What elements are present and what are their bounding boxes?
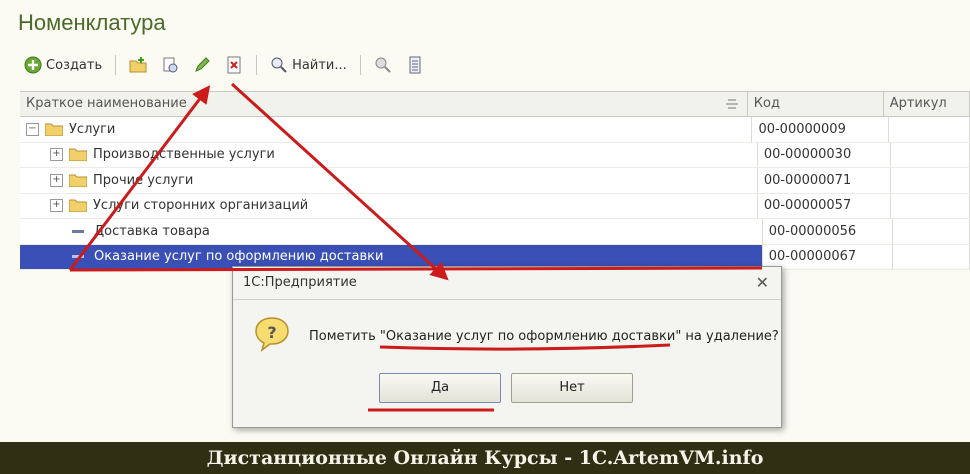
pencil-icon bbox=[195, 57, 210, 72]
column-header-name[interactable]: Краткое наименование bbox=[20, 92, 748, 116]
folder-icon bbox=[45, 123, 63, 136]
add-group-button[interactable] bbox=[125, 52, 151, 78]
toolbar-separator bbox=[115, 55, 117, 75]
delete-mark-icon bbox=[227, 56, 241, 74]
row-article bbox=[893, 244, 970, 269]
magnifier-icon bbox=[271, 57, 287, 73]
yes-button[interactable]: Да bbox=[379, 373, 501, 403]
question-icon: ? bbox=[255, 317, 289, 352]
mark-delete-button[interactable] bbox=[221, 52, 247, 78]
footer-banner: Дистанционные Онлайн Курсы - 1C.ArtemVM.… bbox=[0, 442, 970, 474]
folder-icon bbox=[69, 148, 87, 162]
row-name: Оказание услуг по оформлению доставки bbox=[94, 249, 384, 265]
row-article bbox=[891, 142, 970, 167]
cancel-search-button[interactable] bbox=[370, 52, 396, 78]
plus-circle-icon bbox=[24, 56, 42, 74]
table-row[interactable]: + Прочие услуги 00-00000071 bbox=[20, 168, 970, 194]
search-cancel-icon bbox=[375, 57, 391, 73]
copy-button[interactable] bbox=[157, 52, 183, 78]
no-button[interactable]: Нет bbox=[511, 373, 633, 403]
row-name: Доставка товара bbox=[94, 223, 210, 239]
row-name: Производственные услуги bbox=[93, 147, 275, 163]
expand-icon[interactable]: + bbox=[50, 148, 63, 162]
column-header-article[interactable]: Артикул bbox=[884, 92, 970, 116]
row-article bbox=[891, 193, 970, 218]
toolbar-separator bbox=[256, 55, 258, 75]
row-name: Прочие услуги bbox=[93, 172, 194, 188]
table-row[interactable]: − Услуги 00-00000009 bbox=[20, 117, 970, 143]
item-icon bbox=[72, 229, 84, 233]
expand-icon[interactable]: + bbox=[50, 173, 63, 187]
confirm-dialog: 1С:Предприятие ✕ ? Пометить "Оказание ус… bbox=[232, 266, 782, 428]
row-code: 00-00000057 bbox=[758, 193, 892, 218]
folder-plus-icon bbox=[129, 57, 147, 73]
row-code: 00-00000030 bbox=[758, 142, 892, 167]
page-title: Номенклатура bbox=[18, 10, 166, 35]
table-row[interactable]: + Производственные услуги 00-00000030 bbox=[20, 142, 970, 168]
row-article bbox=[893, 219, 970, 244]
find-button-label: Найти... bbox=[292, 57, 347, 73]
find-button[interactable]: Найти... bbox=[266, 52, 351, 78]
row-code: 00-00000056 bbox=[763, 219, 894, 244]
table-header: Краткое наименование Код Артикул bbox=[20, 92, 970, 117]
collapse-icon[interactable]: − bbox=[26, 122, 39, 136]
list-button[interactable] bbox=[402, 52, 428, 78]
table-row[interactable]: Доставка товара 00-00000056 bbox=[20, 219, 970, 245]
row-code: 00-00000071 bbox=[758, 168, 892, 193]
item-icon bbox=[72, 255, 84, 259]
list-icon bbox=[409, 56, 421, 74]
row-article bbox=[889, 117, 970, 142]
table-row[interactable]: + Услуги сторонних организаций 00-000000… bbox=[20, 193, 970, 219]
sort-icon bbox=[725, 99, 738, 109]
create-button[interactable]: Создать bbox=[20, 52, 106, 78]
toolbar-separator bbox=[359, 55, 361, 75]
items-table: Краткое наименование Код Артикул − Услуг… bbox=[20, 91, 970, 270]
copy-document-icon bbox=[163, 57, 178, 73]
row-code: 00-00000009 bbox=[752, 117, 890, 142]
dialog-title: 1С:Предприятие ✕ bbox=[233, 267, 781, 300]
row-code: 00-00000067 bbox=[763, 244, 894, 269]
column-header-code[interactable]: Код bbox=[748, 92, 884, 116]
row-name: Услуги bbox=[69, 121, 116, 137]
row-name: Услуги сторонних организаций bbox=[93, 198, 309, 214]
dialog-message: Пометить "Оказание услуг по оформлению д… bbox=[309, 329, 779, 344]
toolbar: Создать Найти... bbox=[20, 52, 428, 78]
svg-text:?: ? bbox=[267, 323, 276, 342]
close-icon[interactable]: ✕ bbox=[756, 267, 769, 299]
dialog-item-name: Оказание услуг по оформлению доставки bbox=[385, 329, 676, 344]
expand-icon[interactable]: + bbox=[50, 199, 63, 213]
row-article bbox=[891, 168, 970, 193]
create-button-label: Создать bbox=[46, 57, 103, 73]
edit-button[interactable] bbox=[189, 52, 215, 78]
folder-icon bbox=[69, 174, 87, 187]
folder-icon bbox=[69, 199, 87, 213]
